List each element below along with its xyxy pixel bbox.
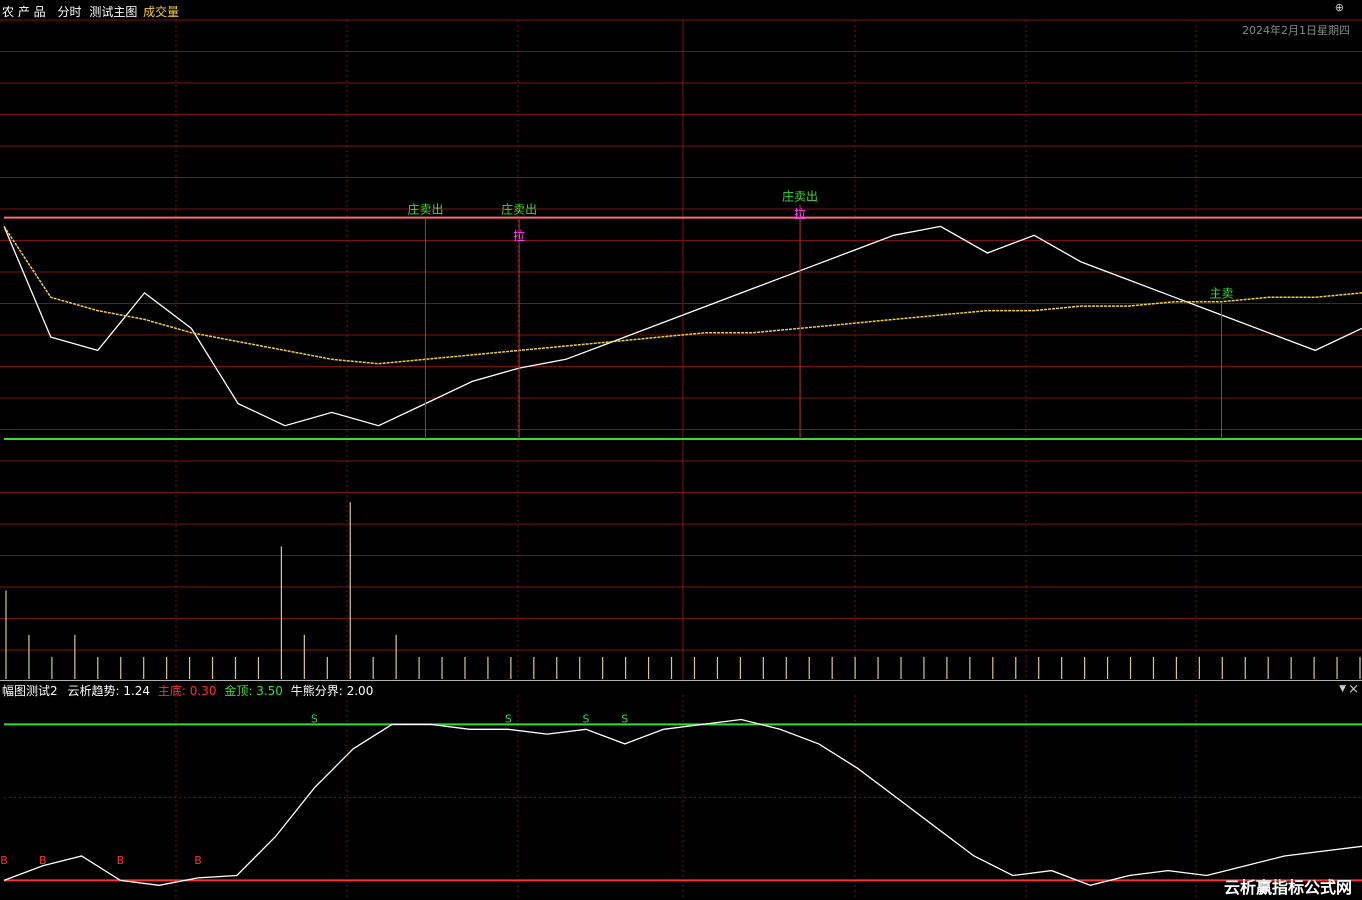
- sub-header: 幅图测试2 云析趋势: 1.24 主底: 0.30 金顶: 3.50 牛熊分界:…: [2, 682, 373, 699]
- top-header: 农 产 品 分时 测试主图 成交量: [2, 3, 179, 20]
- osc-marker: S: [583, 712, 590, 725]
- volume-label: 成交量: [143, 5, 180, 19]
- osc-marker: B: [39, 854, 47, 867]
- osc-marker: B: [117, 854, 125, 867]
- date-label: 2024年2月1日星期四: [1242, 24, 1350, 37]
- price-marker: 主卖: [1210, 287, 1234, 301]
- price-marker: 庄卖出: [782, 188, 818, 203]
- item-top-value: 3.50: [256, 684, 283, 698]
- item-bottom-label: 主底:: [157, 684, 186, 698]
- mode-label[interactable]: 分时: [57, 5, 81, 19]
- stock-name: 农 产 品: [2, 5, 46, 19]
- chevron-down-icon[interactable]: ▼: [1339, 684, 1346, 694]
- price-marker: 拉: [794, 206, 806, 221]
- item-top-label: 金顶:: [224, 684, 253, 698]
- main-indicator-label[interactable]: 测试主图: [89, 5, 137, 19]
- item-trend-label: 云析趋势:: [67, 684, 120, 698]
- watermark: 云析赢指标公式网: [1223, 878, 1352, 897]
- osc-marker: B: [0, 854, 8, 867]
- sub-indicator-name[interactable]: 幅图测试2: [2, 684, 58, 698]
- item-divide-label: 牛熊分界:: [290, 684, 343, 698]
- item-trend-value: 1.24: [123, 684, 151, 698]
- osc-marker: S: [505, 712, 512, 725]
- item-bottom-value: 0.30: [189, 684, 217, 698]
- osc-marker: S: [311, 712, 318, 725]
- close-icon[interactable]: ×: [1348, 682, 1359, 697]
- item-divide-value: 2.00: [346, 684, 374, 698]
- price-marker: 庄卖出: [501, 202, 537, 217]
- osc-marker: S: [621, 712, 628, 725]
- osc-marker: B: [194, 854, 202, 867]
- chart-canvas[interactable]: 庄卖出 庄卖出庄卖出拉拉主卖B B B BS S S S: [0, 0, 1362, 900]
- price-marker: 庄卖出: [407, 202, 443, 217]
- price-marker: 拉: [513, 228, 525, 243]
- expand-icon[interactable]: ⊕: [1335, 1, 1344, 14]
